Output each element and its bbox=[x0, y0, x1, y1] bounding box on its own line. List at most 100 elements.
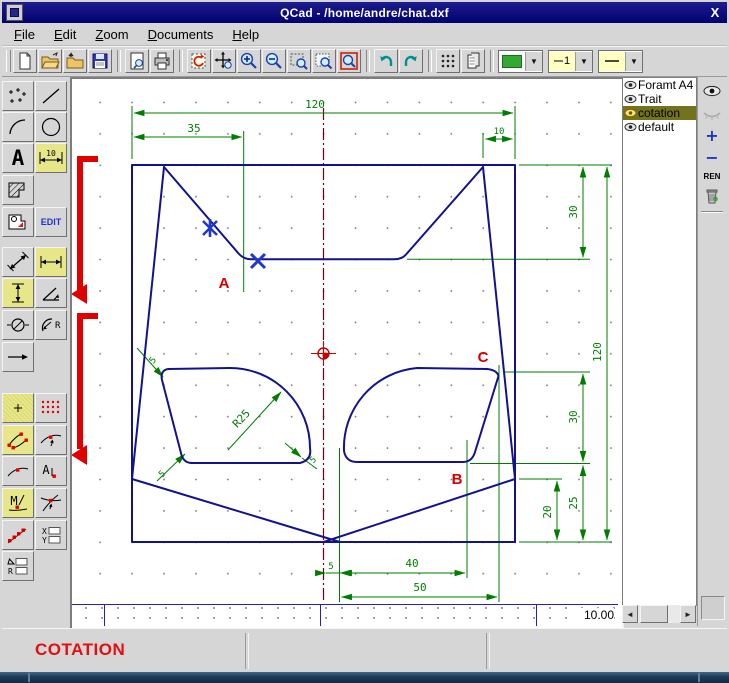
new-file-button[interactable] bbox=[13, 49, 37, 73]
layer-item-format[interactable]: Foramt A4 bbox=[623, 78, 696, 92]
coord-polar-tool[interactable]: R bbox=[2, 551, 34, 581]
svg-text:10: 10 bbox=[46, 149, 56, 158]
zoom-previous-button[interactable] bbox=[337, 49, 361, 73]
menu-zoom[interactable]: Zoom bbox=[95, 27, 128, 42]
dim-width-top: 120 bbox=[305, 98, 325, 111]
redraw-button[interactable] bbox=[187, 49, 211, 73]
zoom-window-button[interactable] bbox=[287, 49, 311, 73]
chevron-down-icon[interactable]: ▼ bbox=[525, 52, 542, 71]
rename-layer-button[interactable]: REN bbox=[698, 172, 726, 181]
edit-attributes-tool[interactable] bbox=[2, 207, 34, 237]
hide-layer-button[interactable] bbox=[701, 104, 723, 124]
toolbar-separator bbox=[179, 50, 183, 72]
dim-height-right: 120 bbox=[591, 342, 604, 362]
svg-text:R: R bbox=[8, 567, 13, 576]
snap-middle-tool[interactable] bbox=[2, 456, 34, 486]
import-file-button[interactable] bbox=[63, 49, 87, 73]
trash-icon bbox=[704, 187, 720, 204]
horizontal-ruler: 10.00 bbox=[72, 604, 618, 626]
text-tool[interactable]: A bbox=[2, 143, 34, 173]
grid-toggle-button[interactable] bbox=[436, 49, 460, 73]
redo-button[interactable] bbox=[399, 49, 423, 73]
snap-grid-tool[interactable] bbox=[35, 393, 67, 423]
toolbar-handle[interactable] bbox=[6, 50, 11, 72]
show-layer-button[interactable] bbox=[701, 81, 723, 101]
circle-tool[interactable] bbox=[35, 112, 67, 142]
close-button[interactable]: X bbox=[706, 4, 724, 21]
point-label-b: B bbox=[452, 471, 463, 488]
dim-ear-right: 10 bbox=[494, 127, 505, 137]
panel-grip[interactable] bbox=[701, 596, 725, 620]
edit-tool[interactable]: EDIT bbox=[35, 207, 67, 237]
layer-item-trait[interactable]: Trait bbox=[623, 92, 696, 106]
svg-text:R: R bbox=[55, 321, 61, 331]
snap-manual-tool[interactable]: M bbox=[2, 488, 34, 518]
zoom-auto-button[interactable] bbox=[312, 49, 336, 73]
menu-file[interactable]: File bbox=[14, 27, 35, 42]
point-label-c: C bbox=[478, 349, 489, 366]
dim-radius-tool[interactable]: R bbox=[35, 310, 67, 340]
dim-leader-tool[interactable] bbox=[2, 342, 34, 372]
width-select[interactable]: 1 ▼ bbox=[548, 50, 593, 73]
layer-browser-button[interactable] bbox=[461, 49, 485, 73]
window-title: QCad - /home/andre/chat.dxf bbox=[23, 6, 706, 20]
dim-mouth-50: 50 bbox=[413, 581, 426, 594]
points-tool[interactable] bbox=[2, 81, 34, 111]
print-button[interactable] bbox=[150, 49, 174, 73]
scrollbar-thumb[interactable] bbox=[640, 605, 668, 623]
chevron-down-icon[interactable]: ▼ bbox=[625, 52, 642, 71]
title-bar: QCad - /home/andre/chat.dxf X bbox=[2, 2, 727, 23]
snap-distance-tool[interactable] bbox=[2, 520, 34, 550]
line-tool[interactable] bbox=[35, 81, 67, 111]
menu-documents[interactable]: Documents bbox=[148, 27, 214, 42]
save-file-button[interactable] bbox=[88, 49, 112, 73]
undo-button[interactable] bbox=[374, 49, 398, 73]
open-file-button[interactable] bbox=[38, 49, 62, 73]
svg-text:Y: Y bbox=[42, 536, 47, 545]
coord-xy-tool[interactable]: XY bbox=[35, 520, 67, 550]
dim-angular-tool[interactable] bbox=[35, 278, 67, 308]
layer-list-scrollbar[interactable]: ◄ ► bbox=[622, 605, 696, 623]
remove-layer-button[interactable]: − bbox=[701, 147, 723, 167]
layer-tools-strip: + − REN bbox=[697, 77, 726, 626]
arc-tool[interactable] bbox=[2, 112, 34, 142]
divider bbox=[486, 633, 490, 669]
dim-vertical-tool[interactable] bbox=[2, 278, 34, 308]
svg-text:A: A bbox=[12, 146, 25, 170]
scroll-right-icon[interactable]: ► bbox=[680, 605, 696, 623]
toolbar-separator bbox=[117, 50, 121, 72]
menu-bar: File Edit Zoom Documents Help bbox=[2, 24, 727, 46]
dim-diameter-tool[interactable] bbox=[2, 310, 34, 340]
dim-ear-depth: 30 bbox=[567, 205, 580, 218]
snap-free-tool[interactable] bbox=[2, 393, 34, 423]
menu-edit[interactable]: Edit bbox=[54, 27, 76, 42]
snap-endpoints-tool[interactable] bbox=[2, 425, 34, 455]
window-menu-icon[interactable] bbox=[6, 4, 23, 21]
layer-item-cotation[interactable]: cotation bbox=[623, 106, 696, 120]
dim-ear-offset: 35 bbox=[187, 122, 200, 135]
dim-eye-height: 30 bbox=[567, 410, 580, 423]
linestyle-select[interactable]: ▼ bbox=[598, 50, 643, 73]
zoom-in-button[interactable] bbox=[237, 49, 261, 73]
zoom-out-button[interactable] bbox=[262, 49, 286, 73]
layer-item-default[interactable]: default bbox=[623, 120, 696, 134]
chevron-down-icon[interactable]: ▼ bbox=[575, 52, 592, 71]
dim-horizontal-tool[interactable] bbox=[35, 247, 67, 277]
scroll-left-icon[interactable]: ◄ bbox=[622, 605, 638, 623]
add-layer-button[interactable]: + bbox=[701, 125, 723, 145]
snap-on-entity-tool[interactable] bbox=[35, 425, 67, 455]
hatch-tool[interactable] bbox=[2, 175, 34, 205]
snap-intersection-tool[interactable] bbox=[35, 488, 67, 518]
delete-layer-button[interactable] bbox=[701, 185, 723, 205]
print-preview-button[interactable] bbox=[125, 49, 149, 73]
menu-help[interactable]: Help bbox=[232, 27, 259, 42]
cat-drawing: 120 35 10 30 120 30 25 20 40 50 5 R25 5 … bbox=[72, 79, 618, 604]
eye-icon bbox=[624, 122, 637, 132]
pan-zoom-button[interactable] bbox=[212, 49, 236, 73]
eye-icon bbox=[624, 80, 637, 90]
snap-auto-tool[interactable]: A bbox=[35, 456, 67, 486]
drawing-canvas[interactable]: 120 35 10 30 120 30 25 20 40 50 5 R25 5 … bbox=[70, 77, 624, 631]
dim-aligned-tool[interactable] bbox=[2, 247, 34, 277]
dimension-menu-tool[interactable]: 10 bbox=[35, 143, 67, 173]
color-select[interactable]: ▼ bbox=[498, 50, 543, 73]
